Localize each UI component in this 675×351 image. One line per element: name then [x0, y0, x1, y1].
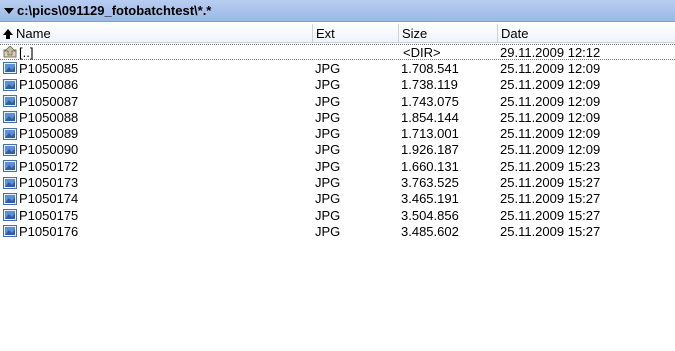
file-row[interactable]: P1050087 JPG 1.743.075 25.11.2009 12:09: [0, 93, 675, 109]
file-ext: JPG: [315, 126, 341, 142]
file-row[interactable]: P1050172 JPG 1.660.131 25.11.2009 15:23: [0, 158, 675, 174]
image-file-icon: [3, 62, 17, 75]
file-name-cell: P1050087: [0, 94, 313, 109]
file-name: P1050085: [19, 60, 79, 76]
file-date: 25.11.2009 12:09: [500, 93, 601, 109]
file-size: 1.854.144: [401, 109, 459, 125]
chevron-down-icon[interactable]: [3, 5, 15, 17]
file-ext: JPG: [315, 175, 341, 191]
file-size: 1.713.001: [401, 126, 459, 142]
image-file-icon: [3, 225, 17, 238]
file-name: P1050089: [19, 126, 79, 142]
file-ext: JPG: [315, 93, 341, 109]
current-path: c:\pics\091129_fotobatchtest\*.*: [17, 3, 212, 18]
parent-date: 29.11.2009 12:12: [500, 44, 601, 60]
file-name: P1050176: [19, 223, 79, 239]
file-date: 25.11.2009 15:27: [500, 191, 601, 207]
file-ext: JPG: [315, 158, 341, 174]
file-size: 3.763.525: [401, 175, 459, 191]
file-size: 1.926.187: [401, 142, 459, 158]
image-file-icon: [3, 78, 17, 91]
parent-name: [..]: [19, 44, 34, 60]
image-file-icon: [3, 143, 17, 156]
file-row[interactable]: P1050176 JPG 3.485.602 25.11.2009 15:27: [0, 223, 675, 239]
file-date: 25.11.2009 12:09: [500, 77, 601, 93]
file-size: 1.738.119: [401, 77, 458, 93]
file-row[interactable]: P1050090 JPG 1.926.187 25.11.2009 12:09: [0, 142, 675, 158]
parent-size: <DIR>: [403, 44, 441, 60]
file-name: P1050174: [19, 191, 79, 207]
file-name-cell: P1050175: [0, 208, 313, 223]
image-file-icon: [3, 127, 17, 140]
path-bar[interactable]: c:\pics\091129_fotobatchtest\*.*: [0, 0, 675, 22]
file-list: [..] <DIR> 29.11.2009 12:12 P1050085 JPG…: [0, 44, 675, 240]
file-ext: JPG: [315, 191, 341, 207]
file-name-cell: P1050172: [0, 159, 313, 174]
file-ext: JPG: [315, 60, 341, 76]
file-date: 25.11.2009 12:09: [500, 142, 601, 158]
file-name: P1050090: [19, 142, 79, 158]
file-name-cell: P1050086: [0, 77, 313, 92]
file-date: 25.11.2009 12:09: [500, 60, 601, 76]
column-header-date[interactable]: Date: [498, 24, 675, 43]
file-name: P1050086: [19, 77, 79, 93]
file-size: 3.485.602: [401, 223, 459, 239]
column-header-name[interactable]: Name: [0, 24, 313, 43]
file-row[interactable]: P1050174 JPG 3.465.191 25.11.2009 15:27: [0, 191, 675, 207]
file-date: 25.11.2009 15:27: [500, 175, 601, 191]
file-name-cell: P1050176: [0, 224, 313, 239]
file-row[interactable]: P1050086 JPG 1.738.119 25.11.2009 12:09: [0, 77, 675, 93]
file-row[interactable]: P1050088 JPG 1.854.144 25.11.2009 12:09: [0, 109, 675, 125]
column-header-ext-label: Ext: [316, 26, 335, 41]
image-file-icon: [3, 176, 17, 189]
file-name-cell: P1050090: [0, 142, 313, 157]
file-name-cell: P1050089: [0, 126, 313, 141]
file-ext: JPG: [315, 223, 341, 239]
column-header-name-label: Name: [16, 26, 51, 41]
file-date: 25.11.2009 15:23: [500, 158, 601, 174]
file-size: 1.708.541: [401, 60, 459, 76]
file-row[interactable]: P1050175 JPG 3.504.856 25.11.2009 15:27: [0, 207, 675, 223]
image-file-icon: [3, 111, 17, 124]
file-name: P1050173: [19, 175, 79, 191]
column-header-size-label: Size: [402, 26, 428, 41]
file-row[interactable]: P1050173 JPG 3.763.525 25.11.2009 15:27: [0, 174, 675, 190]
file-ext: JPG: [315, 207, 341, 223]
file-name-cell: P1050085: [0, 61, 313, 76]
file-date: 25.11.2009 15:27: [500, 207, 601, 223]
file-size: 1.660.131: [401, 158, 459, 174]
file-row[interactable]: P1050089 JPG 1.713.001 25.11.2009 12:09: [0, 125, 675, 141]
file-name-cell: P1050174: [0, 191, 313, 206]
image-file-icon: [3, 209, 17, 222]
image-file-icon: [3, 160, 17, 173]
up-folder-icon: [3, 46, 17, 58]
image-file-icon: [3, 192, 17, 205]
file-name: P1050175: [19, 207, 79, 223]
file-ext: JPG: [315, 142, 341, 158]
file-date: 25.11.2009 12:09: [500, 126, 601, 142]
file-name-cell: P1050173: [0, 175, 313, 190]
file-date: 25.11.2009 12:09: [500, 109, 601, 125]
file-size: 1.743.075: [401, 93, 459, 109]
file-name: P1050087: [19, 93, 79, 109]
file-size: 3.465.191: [401, 191, 459, 207]
sort-up-arrow-icon: [3, 28, 13, 39]
column-header-date-label: Date: [501, 26, 529, 41]
column-header: Name Ext Size Date: [0, 24, 675, 43]
file-name-cell: P1050088: [0, 110, 313, 125]
file-size: 3.504.856: [401, 207, 459, 223]
parent-directory-row[interactable]: [..] <DIR> 29.11.2009 12:12: [0, 44, 675, 61]
column-header-size[interactable]: Size: [399, 24, 498, 43]
file-row[interactable]: P1050085 JPG 1.708.541 25.11.2009 12:09: [0, 60, 675, 76]
column-header-ext[interactable]: Ext: [313, 24, 399, 43]
file-ext: JPG: [315, 109, 341, 125]
file-ext: JPG: [315, 77, 341, 93]
parent-name-cell: [..]: [0, 45, 313, 60]
image-file-icon: [3, 95, 17, 108]
file-name: P1050172: [19, 158, 79, 174]
file-name: P1050088: [19, 109, 79, 125]
file-date: 25.11.2009 15:27: [500, 223, 601, 239]
